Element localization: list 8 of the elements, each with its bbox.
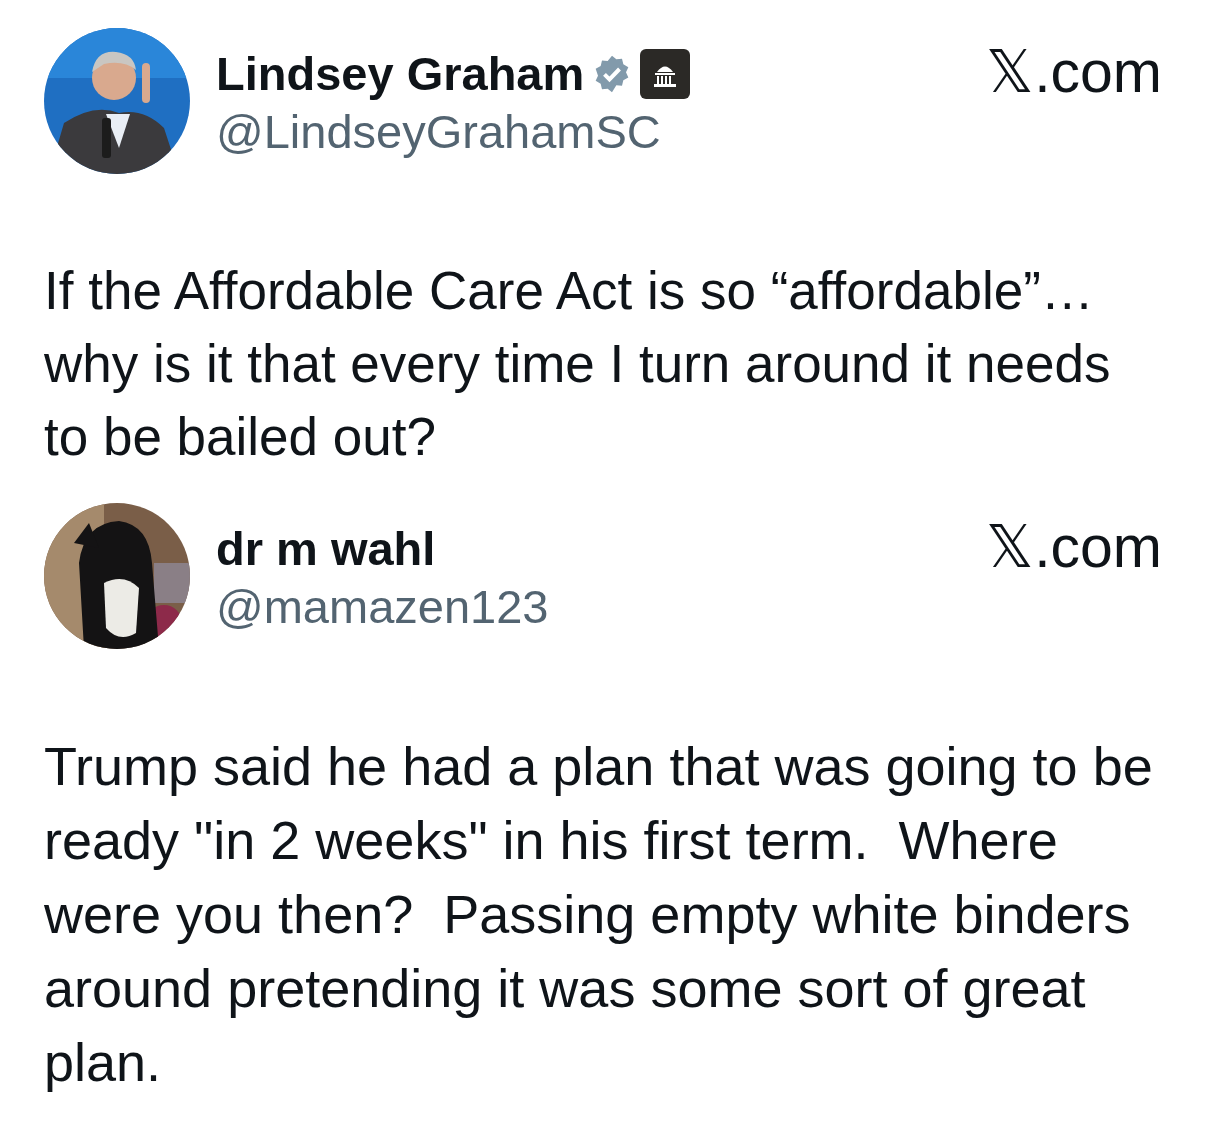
user-handle[interactable]: @mamazen123 <box>216 579 549 635</box>
user-name[interactable]: Lindsey Graham <box>216 46 585 102</box>
source-label: 𝕏.com <box>986 38 1162 102</box>
user-name[interactable]: dr m wahl <box>216 521 436 577</box>
post-text: If the Affordable Care Act is so “affordable”… why is it that every time I turn around it needs to be bailed out? <box>44 260 1112 468</box>
user-handle[interactable]: @LindseyGrahamSC <box>216 104 661 160</box>
post-text: Trump said he had a plan that was going to be ready "in 2 weeks" in his first term. Where were you then? Passing empty white binders around pretending it was some sort of great plan. <box>44 735 1154 1094</box>
source-label: 𝕏.com <box>986 513 1162 577</box>
